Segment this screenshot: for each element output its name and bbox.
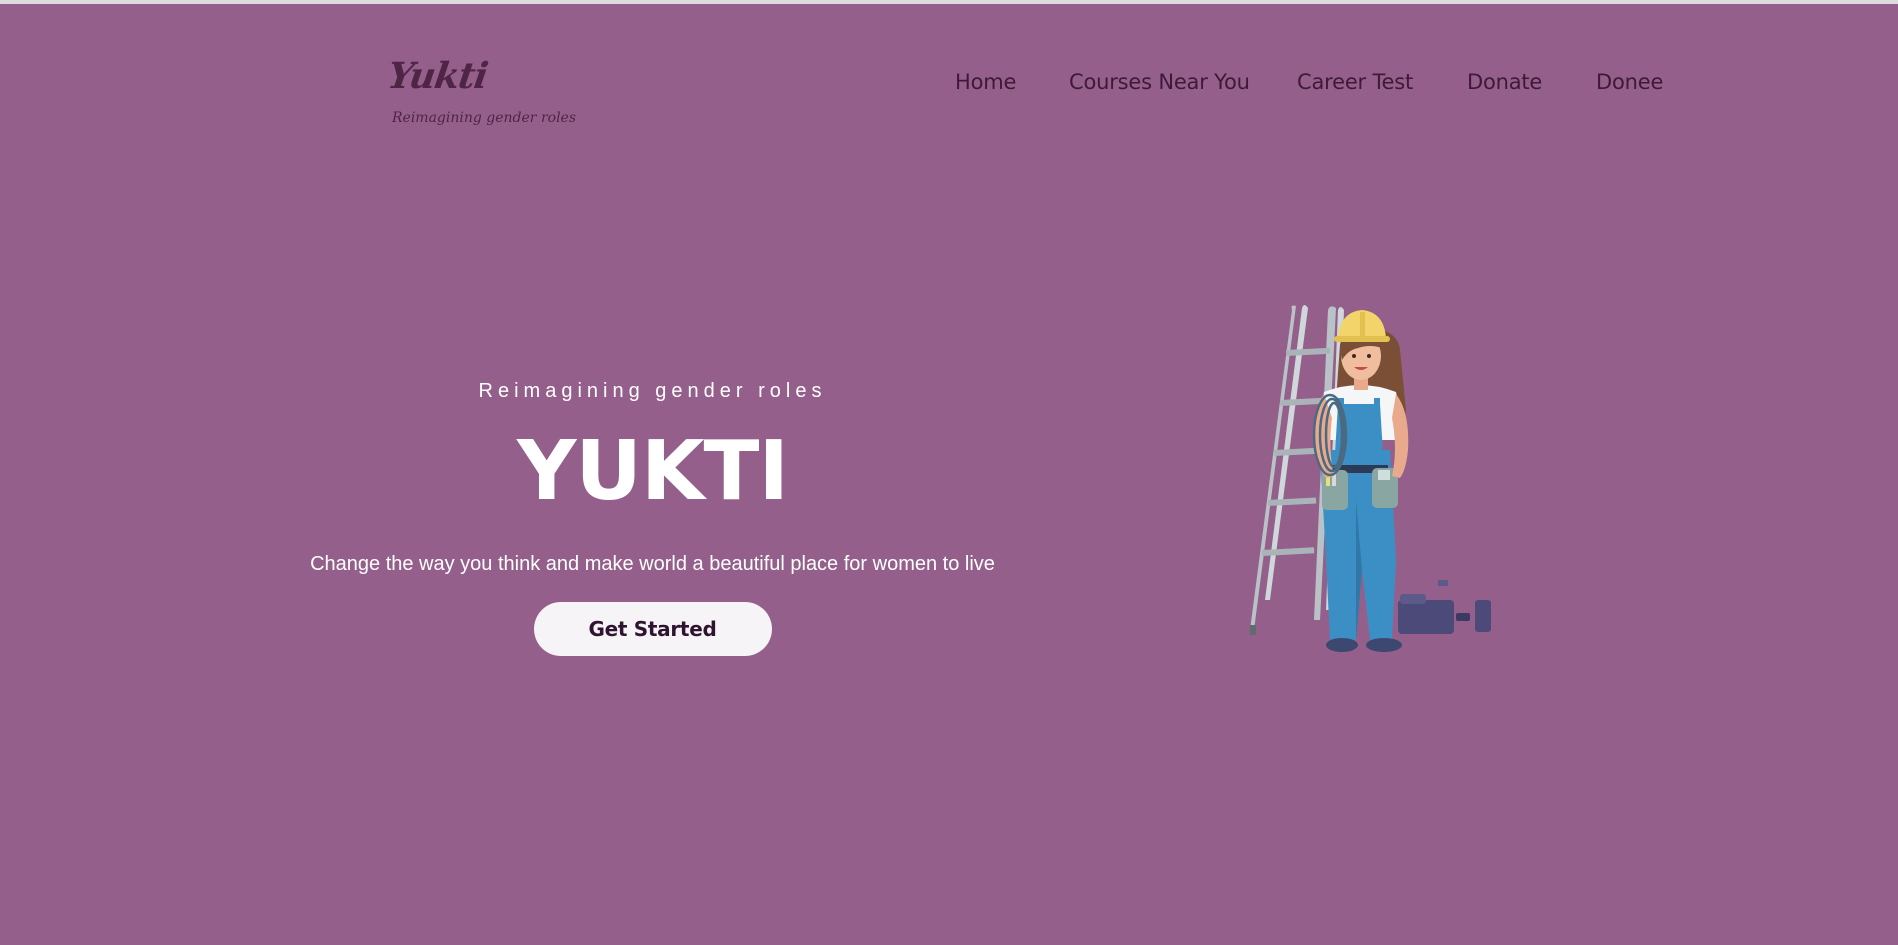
hero-title: YUKTI <box>517 424 789 519</box>
nav-item-courses-near-you[interactable]: Courses Near You <box>1069 70 1250 94</box>
brand-tagline: Reimagining gender roles <box>392 110 577 126</box>
hero-section: Reimagining gender roles YUKTI Change th… <box>230 380 1075 656</box>
woman-worker-illustration-icon <box>1250 305 1491 652</box>
hero-kicker: Reimagining gender roles <box>478 380 827 402</box>
toolbag-icon <box>1398 580 1491 634</box>
nav-item-career-test[interactable]: Career Test <box>1297 70 1413 94</box>
main-nav: Home Courses Near You Career Test Donate… <box>0 70 1898 100</box>
hero-description: Change the way you think and make world … <box>310 553 995 575</box>
nav-item-donee[interactable]: Donee <box>1596 70 1663 94</box>
nav-item-home[interactable]: Home <box>955 70 1016 94</box>
get-started-button[interactable]: Get Started <box>533 602 772 656</box>
top-border <box>0 0 1898 4</box>
nav-item-donate[interactable]: Donate <box>1467 70 1542 94</box>
